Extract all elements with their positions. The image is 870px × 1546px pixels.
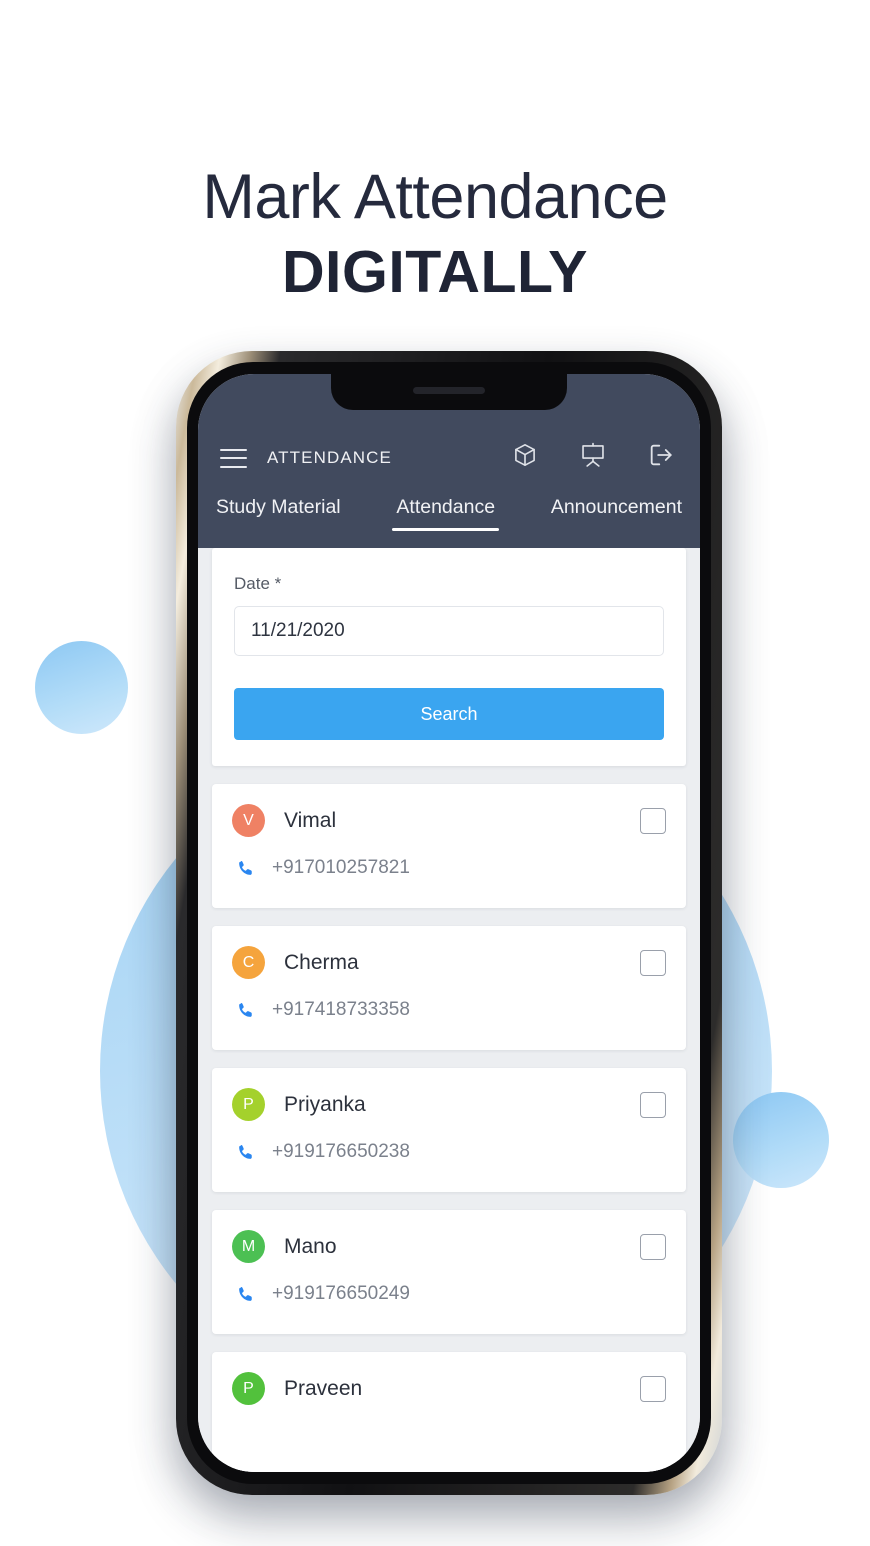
phone-icon (236, 1001, 255, 1020)
student-name: Cherma (284, 950, 359, 974)
decorative-circle-small-left (35, 641, 128, 734)
tab-study-material[interactable]: Study Material (212, 492, 345, 533)
date-field-label: Date * (234, 574, 282, 593)
phone-mockup: ATTENDANCE Study Material Attendance Ann… (176, 351, 722, 1495)
page-title-line-1: Mark Attendance (202, 162, 668, 232)
student-header-row: M Mano (232, 1230, 666, 1263)
attendance-checkbox[interactable] (640, 1375, 666, 1402)
app-bar-title: ATTENDANCE (267, 448, 392, 467)
cube-icon[interactable] (512, 442, 538, 468)
attendance-checkbox[interactable] (640, 1091, 666, 1118)
list-item[interactable]: V Vimal +917010257821 (212, 784, 686, 908)
student-name: Praveen (284, 1376, 363, 1400)
student-phone-row: +919176650249 (232, 1283, 666, 1305)
poster-canvas: Mark Attendance DIGITALLY ATTENDANCE Stu… (0, 0, 870, 1546)
date-input[interactable] (234, 606, 664, 656)
student-phone-row: +917010257821 (232, 857, 666, 879)
avatar: V (232, 804, 265, 837)
tab-announcement[interactable]: Announcement (547, 492, 686, 533)
student-phone: +917418733358 (272, 999, 410, 1020)
presentation-board-icon[interactable] (580, 442, 606, 468)
attendance-checkbox[interactable] (640, 1233, 666, 1260)
app-bar-actions (512, 442, 678, 468)
student-name: Vimal (284, 808, 337, 832)
list-item[interactable]: P Praveen (212, 1352, 686, 1472)
list-item[interactable]: M Mano +919176650249 (212, 1210, 686, 1334)
student-phone: +919176650249 (272, 1283, 410, 1304)
search-panel: Date * Search (212, 548, 686, 766)
phone-notch (331, 374, 567, 410)
phone-icon (236, 1285, 255, 1304)
student-header-row: C Cherma (232, 946, 666, 979)
attendance-checkbox[interactable] (640, 949, 666, 976)
phone-icon (236, 1143, 255, 1162)
tab-attendance[interactable]: Attendance (392, 492, 499, 533)
decorative-circle-right (733, 1092, 829, 1188)
avatar: P (232, 1088, 265, 1121)
student-header-row: P Praveen (232, 1372, 666, 1405)
phone-icon (236, 859, 255, 878)
list-item[interactable]: C Cherma +917418733358 (212, 926, 686, 1050)
student-phone: +919176650238 (272, 1141, 410, 1162)
app-bar-left-group: ATTENDANCE (220, 448, 512, 468)
student-phone-row: +919176650238 (232, 1141, 666, 1163)
tab-bar: Study Material Attendance Announcement (198, 482, 700, 548)
student-list: V Vimal +917010257821 C Cherma +91741873… (198, 784, 700, 1472)
student-header-row: P Priyanka (232, 1088, 666, 1121)
phone-screen: ATTENDANCE Study Material Attendance Ann… (198, 374, 700, 1472)
avatar: M (232, 1230, 265, 1263)
attendance-checkbox[interactable] (640, 807, 666, 834)
student-name: Priyanka (284, 1092, 366, 1116)
student-name: Mano (284, 1234, 337, 1258)
screen-content: Date * Search V Vimal (198, 548, 700, 1472)
hamburger-menu-icon[interactable] (220, 448, 247, 468)
logout-icon[interactable] (648, 442, 674, 468)
student-phone-row: +917418733358 (232, 999, 666, 1021)
page-title-line-2: DIGITALLY (281, 239, 589, 305)
list-item[interactable]: P Priyanka +919176650238 (212, 1068, 686, 1192)
student-header-row: V Vimal (232, 804, 666, 837)
avatar: C (232, 946, 265, 979)
student-phone: +917010257821 (272, 857, 410, 878)
avatar: P (232, 1372, 265, 1405)
search-button[interactable]: Search (234, 688, 664, 740)
phone-speaker (413, 387, 485, 394)
page-title: Mark Attendance DIGITALLY (0, 166, 870, 302)
